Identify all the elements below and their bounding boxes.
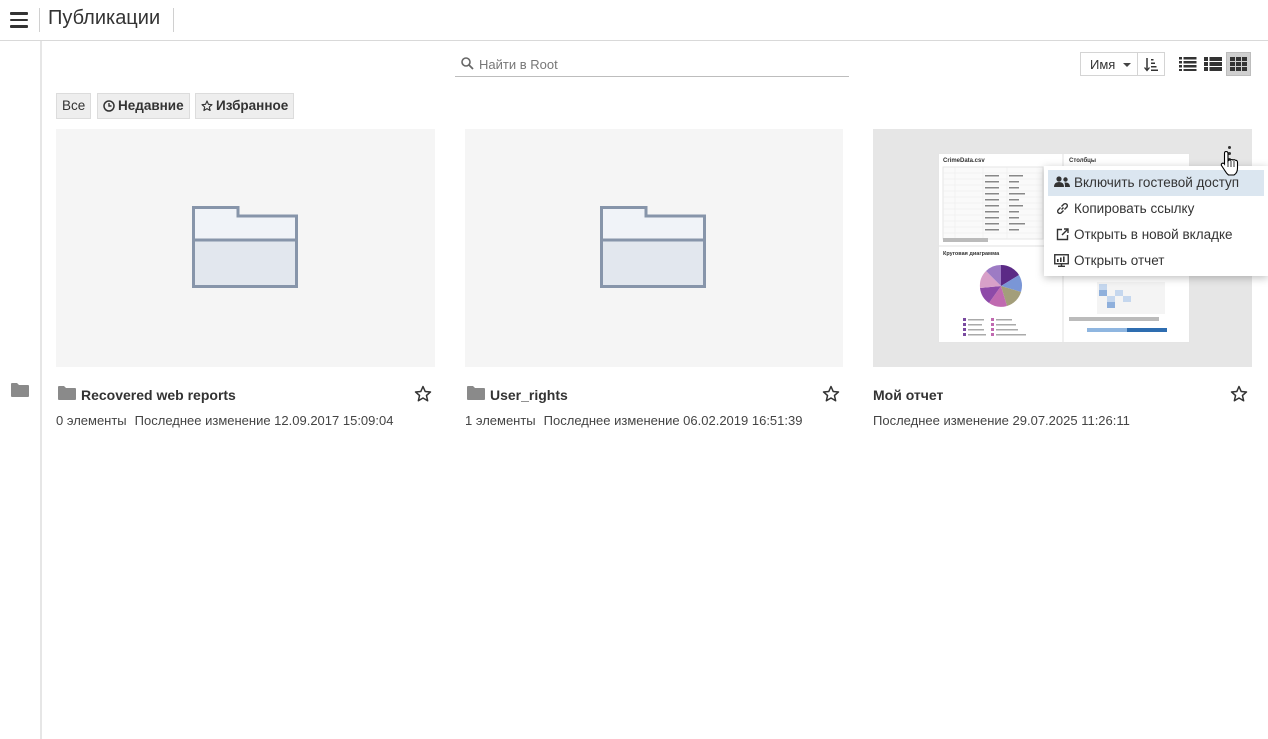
star-icon[interactable]: [1230, 385, 1248, 403]
context-menu: Включить гостевой доступ Копировать ссыл…: [1044, 166, 1268, 276]
menu-item-label: Копировать ссылку: [1074, 201, 1195, 216]
folder-icon: [58, 386, 76, 400]
folder-icon: [192, 206, 298, 288]
link-icon: [1057, 203, 1068, 214]
list-icon: [1179, 57, 1197, 71]
divider: [173, 8, 174, 32]
external-link-icon: [1056, 228, 1069, 241]
menu-item-open-new-tab[interactable]: Открыть в новой вкладке: [1048, 222, 1264, 248]
menu-item-copy-link[interactable]: Копировать ссылку: [1048, 196, 1264, 222]
item-title[interactable]: Мой отчет: [873, 387, 943, 403]
folder-icon: [467, 386, 485, 400]
item-modified: Последнее изменение 06.02.2019 16:51:39: [543, 413, 803, 428]
folder-thumbnail[interactable]: [465, 129, 843, 367]
clock-icon: [103, 100, 115, 112]
filter-all-label: Все: [62, 98, 86, 113]
folder-icon: [600, 206, 706, 288]
monitor-icon: [1054, 254, 1069, 267]
search-box[interactable]: [455, 52, 849, 77]
item-modified: Последнее изменение 12.09.2017 15:09:04: [134, 413, 394, 428]
star-icon[interactable]: [822, 385, 840, 403]
sort-select[interactable]: Имя: [1080, 52, 1138, 76]
grid-view-button[interactable]: [1226, 52, 1251, 76]
filter-favorites[interactable]: Избранное: [195, 93, 295, 119]
star-icon: [201, 100, 213, 112]
grid-icon: [1230, 57, 1247, 71]
chevron-down-icon: [1123, 63, 1131, 67]
item-count: 0 элементы: [56, 413, 127, 428]
item-count: 1 элементы: [465, 413, 536, 428]
menu-item-open-report[interactable]: Открыть отчет: [1048, 248, 1264, 274]
page-title: Публикации: [48, 7, 161, 29]
divider: [39, 8, 40, 32]
menu-item-label: Открыть в новой вкладке: [1074, 227, 1233, 242]
menu-item-label: Включить гостевой доступ: [1074, 175, 1240, 190]
sort-ascending-icon: [1144, 58, 1158, 72]
item-title[interactable]: Recovered web reports: [81, 387, 236, 403]
item-title[interactable]: User_rights: [490, 387, 568, 403]
preview-pie-title: Круговая диаграмма: [943, 251, 1000, 257]
sort-direction-button[interactable]: [1138, 52, 1165, 76]
detailed-list-icon: [1204, 57, 1222, 71]
filter-recent-label: Недавние: [118, 98, 184, 113]
left-rail: [0, 41, 42, 739]
filter-recent[interactable]: Недавние: [97, 93, 190, 119]
folder-thumbnail[interactable]: [56, 129, 435, 367]
search-icon: [461, 57, 474, 70]
top-bar: Публикации: [0, 0, 1268, 41]
item-meta: 0 элементы Последнее изменение 12.09.2017…: [56, 413, 393, 428]
preview-table-title: CrimeData.csv: [943, 158, 985, 164]
item-meta: Последнее изменение 29.07.2025 11:26:11: [873, 413, 1130, 428]
menu-item-label: Открыть отчет: [1074, 253, 1165, 268]
sort-label: Имя: [1090, 57, 1116, 72]
folder-icon[interactable]: [11, 383, 29, 397]
filter-favorites-label: Избранное: [216, 98, 289, 113]
preview-columns-title: Столбцы: [1069, 157, 1096, 164]
search-input[interactable]: [479, 54, 839, 74]
filter-all[interactable]: Все: [56, 93, 92, 119]
list-view-button[interactable]: [1175, 52, 1200, 76]
item-modified: Последнее изменение 29.07.2025 11:26:11: [873, 413, 1130, 428]
users-icon: [1054, 176, 1070, 187]
hand-cursor-icon: [1220, 150, 1239, 176]
detailed-list-view-button[interactable]: [1200, 52, 1225, 76]
star-icon[interactable]: [414, 385, 432, 403]
item-meta: 1 элементы Последнее изменение 06.02.2019…: [465, 413, 802, 428]
hamburger-menu-icon[interactable]: [10, 12, 28, 28]
